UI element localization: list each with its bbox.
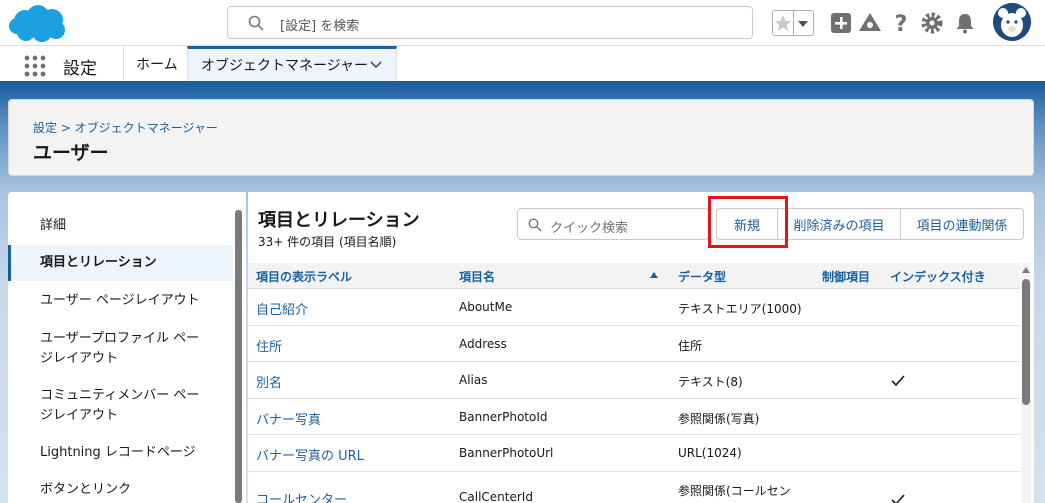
sidebar-item-buttons-links[interactable]: ボタンとリンク <box>8 480 233 500</box>
table-header: 項目の表示ラベル 項目名 データ型 制御項目 インデックス付き <box>248 263 1020 289</box>
column-header-indexed[interactable]: インデックス付き <box>890 268 986 285</box>
svg-text:?: ? <box>895 12 908 35</box>
field-label-link[interactable]: バナー写真の URL <box>256 445 364 464</box>
sidebar-scrollbar[interactable] <box>235 210 242 503</box>
table-row: コールセンター CallCenterId 参照関係(コールセン <box>248 472 1020 503</box>
sort-ascending-icon <box>650 272 658 278</box>
tab-object-manager[interactable]: オブジェクトマネージャー <box>187 46 397 81</box>
column-header-label[interactable]: 項目の表示ラベル <box>256 268 352 285</box>
sidebar-item-label: ユーザー ページレイアウト <box>40 293 200 308</box>
sidebar-item-label: ジレイアウト <box>40 408 119 423</box>
field-label-link[interactable]: バナー写真 <box>256 409 321 428</box>
search-icon <box>528 218 542 232</box>
sidebar-item-lightning-record-pages[interactable]: Lightning レコードページ <box>8 443 233 463</box>
sidebar-item-label: ジレイアウト <box>40 351 119 366</box>
sidebar-item-label: ユーザープロファイル ペー <box>40 331 200 346</box>
sidebar-item-fields-relationships[interactable]: 項目とリレーション <box>8 245 233 281</box>
table-scrollbar[interactable] <box>1021 263 1031 503</box>
user-avatar[interactable] <box>993 3 1031 41</box>
field-api-name: Alias <box>459 373 488 387</box>
sidebar-item-details[interactable]: 詳細 <box>8 216 233 236</box>
field-data-type: 参照関係(コールセン <box>678 484 791 498</box>
field-api-name: Address <box>459 337 507 351</box>
app-launcher-icon[interactable] <box>24 55 46 77</box>
salesforce-logo-icon[interactable] <box>8 4 70 44</box>
field-data-type: 住所 <box>678 339 703 353</box>
field-data-type: URL(1024) <box>678 446 742 460</box>
field-label-link[interactable]: 別名 <box>256 372 282 391</box>
sidebar-item-label: コミュニティメンバー ペー <box>40 388 200 403</box>
quick-search-input[interactable]: クイック検索 <box>517 208 709 240</box>
add-icon[interactable] <box>829 11 853 35</box>
global-header: [設定] を検索 ? <box>0 0 1045 46</box>
chevron-down-icon[interactable] <box>794 10 814 36</box>
chevron-down-icon[interactable] <box>370 61 382 69</box>
sidebar-item-community-member-page-layout[interactable]: コミュニティメンバー ペー ジレイアウト <box>8 386 233 426</box>
favorites-control[interactable] <box>772 10 814 36</box>
tab-home[interactable]: ホーム <box>123 46 187 81</box>
bell-icon[interactable] <box>953 11 977 35</box>
record-count: 33+ 件の項目 (項目名順) <box>258 235 397 249</box>
table-row: バナー写真の URL BannerPhotoUrl URL(1024) <box>248 435 1020 472</box>
field-api-name: BannerPhotoUrl <box>459 446 554 460</box>
field-api-name: CallCenterId <box>459 490 533 503</box>
section-title: 項目とリレーション <box>258 210 420 231</box>
global-search-input[interactable]: [設定] を検索 <box>227 6 753 39</box>
table-row: 住所 Address 住所 <box>248 326 1020 362</box>
column-header-controlling-field[interactable]: 制御項目 <box>822 268 870 285</box>
tab-home-label: ホーム <box>136 56 178 73</box>
app-name: 設定 <box>63 59 97 79</box>
scroll-up-icon[interactable] <box>1022 267 1030 273</box>
field-label-link[interactable]: 自己紹介 <box>256 299 308 318</box>
page-header: 設定 > オブジェクトマネージャー ユーザー <box>8 99 1034 176</box>
field-label-link[interactable]: コールセンター <box>256 489 347 503</box>
highlight-box <box>708 196 788 248</box>
column-header-api-name[interactable]: 項目名 <box>459 268 495 285</box>
tab-object-manager-label: オブジェクトマネージャー <box>201 58 369 74</box>
fields-panel: 項目とリレーション 33+ 件の項目 (項目名順) クイック検索 新規 削除済み… <box>248 192 1034 503</box>
page-title: ユーザー <box>33 142 109 164</box>
sidebar-item-label: 詳細 <box>40 218 67 233</box>
column-header-data-type[interactable]: データ型 <box>678 268 726 285</box>
help-icon[interactable]: ? <box>889 11 913 35</box>
deleted-fields-button[interactable]: 削除済みの項目 <box>777 208 901 240</box>
trailhead-icon[interactable] <box>858 11 882 35</box>
app-navigation-bar: 設定 ホーム オブジェクトマネージャー <box>0 46 1045 84</box>
field-data-type: 参照関係(写真) <box>678 412 760 426</box>
sidebar-item-user-page-layout[interactable]: ユーザー ページレイアウト <box>8 291 233 311</box>
sidebar-item-user-profile-page-layout[interactable]: ユーザープロファイル ペー ジレイアウト <box>8 329 233 369</box>
field-label-link[interactable]: 住所 <box>256 336 282 355</box>
sidebar-item-label: 項目とリレーション <box>40 255 157 270</box>
checkmark-icon <box>891 494 905 503</box>
sidebar-item-label: Lightning レコードページ <box>40 445 196 460</box>
object-sidebar: 詳細 項目とリレーション ユーザー ページレイアウト ユーザープロファイル ペー… <box>8 192 246 503</box>
field-data-type: テキスト(8) <box>678 375 743 389</box>
search-icon <box>248 15 264 31</box>
checkmark-icon <box>891 375 905 387</box>
search-placeholder: [設定] を検索 <box>280 19 360 34</box>
field-dependencies-button[interactable]: 項目の連動関係 <box>900 208 1024 240</box>
table-row: 自己紹介 AboutMe テキストエリア(1000) <box>248 289 1020 326</box>
field-api-name: BannerPhotoId <box>459 410 548 424</box>
table-row: バナー写真 BannerPhotoId 参照関係(写真) <box>248 399 1020 435</box>
quick-search-placeholder: クイック検索 <box>550 221 629 236</box>
field-data-type: テキストエリア(1000) <box>678 302 802 316</box>
scrollbar-thumb[interactable] <box>1022 279 1030 405</box>
table-row: 別名 Alias テキスト(8) <box>248 362 1020 399</box>
gear-icon[interactable] <box>920 11 944 35</box>
breadcrumb[interactable]: 設定 > オブジェクトマネージャー <box>33 119 218 136</box>
star-icon[interactable] <box>772 10 794 36</box>
sidebar-item-label: ボタンとリンク <box>40 482 132 497</box>
field-api-name: AboutMe <box>459 300 513 314</box>
